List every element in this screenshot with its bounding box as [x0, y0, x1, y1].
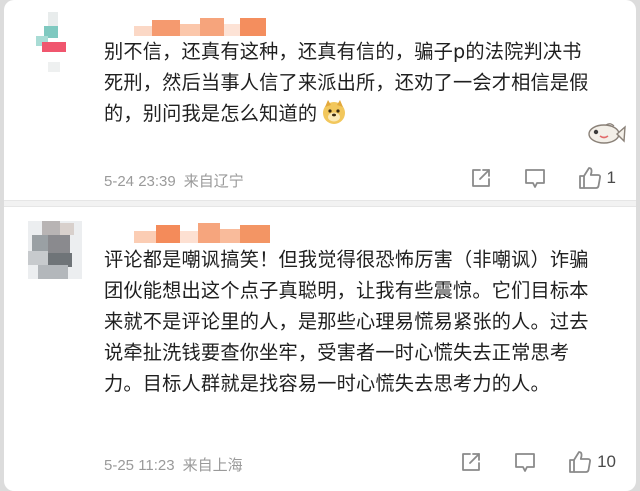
comment-text: 评论都是嘲讽搞笑！但我觉得很恐怖厉害（非嘲讽）诈骗团伙能想出这个点子真聪明，让我…: [104, 248, 589, 395]
like-button[interactable]: 1: [577, 165, 616, 191]
reply-button[interactable]: [523, 166, 547, 190]
divider: [4, 200, 636, 207]
doge-icon: [321, 99, 347, 125]
comment-location: 来自上海: [182, 457, 243, 474]
comment-time: 5-24 23:39: [104, 173, 176, 190]
like-count: 10: [597, 452, 616, 471]
like-button[interactable]: 10: [567, 449, 616, 475]
share-button[interactable]: [459, 450, 483, 474]
thumbs-up-icon: [569, 451, 592, 473]
reply-button[interactable]: [513, 450, 537, 474]
comment-meta: 5-24 23:39 来自辽宁: [104, 170, 244, 191]
comment-item: 别不信，还真有这种，还真有信的，骗子p的法院判决书死刑，然后当事人信了来派出所，…: [4, 0, 636, 200]
like-count: 1: [606, 168, 616, 187]
comment-time: 5-25 11:23: [104, 457, 175, 474]
comment-actions: 10: [429, 448, 616, 476]
thumbs-up-icon: [578, 167, 601, 189]
avatar[interactable]: [28, 221, 82, 279]
comment-text: 别不信，还真有这种，还真有信的，骗子p的法院判决书死刑，然后当事人信了来派出所，…: [104, 40, 589, 125]
share-icon: [462, 453, 480, 471]
comment-icon: [515, 453, 535, 472]
comment-item: 评论都是嘲讽搞笑！但我觉得很恐怖厉害（非嘲讽）诈骗团伙能想出这个点子真聪明，让我…: [4, 207, 636, 491]
comment-actions: 1: [439, 164, 616, 192]
comment-meta: 5-25 11:23 来自上海: [104, 454, 243, 475]
username-blurred[interactable]: [134, 221, 284, 245]
comment-location: 来自辽宁: [183, 173, 244, 190]
comment-feed: 别不信，还真有这种，还真有信的，骗子p的法院判决书死刑，然后当事人信了来派出所，…: [4, 0, 636, 491]
fish-icon: [586, 112, 626, 152]
share-icon: [471, 169, 490, 187]
share-button[interactable]: [469, 166, 493, 190]
avatar[interactable]: [34, 12, 78, 82]
comment-icon: [524, 169, 545, 188]
